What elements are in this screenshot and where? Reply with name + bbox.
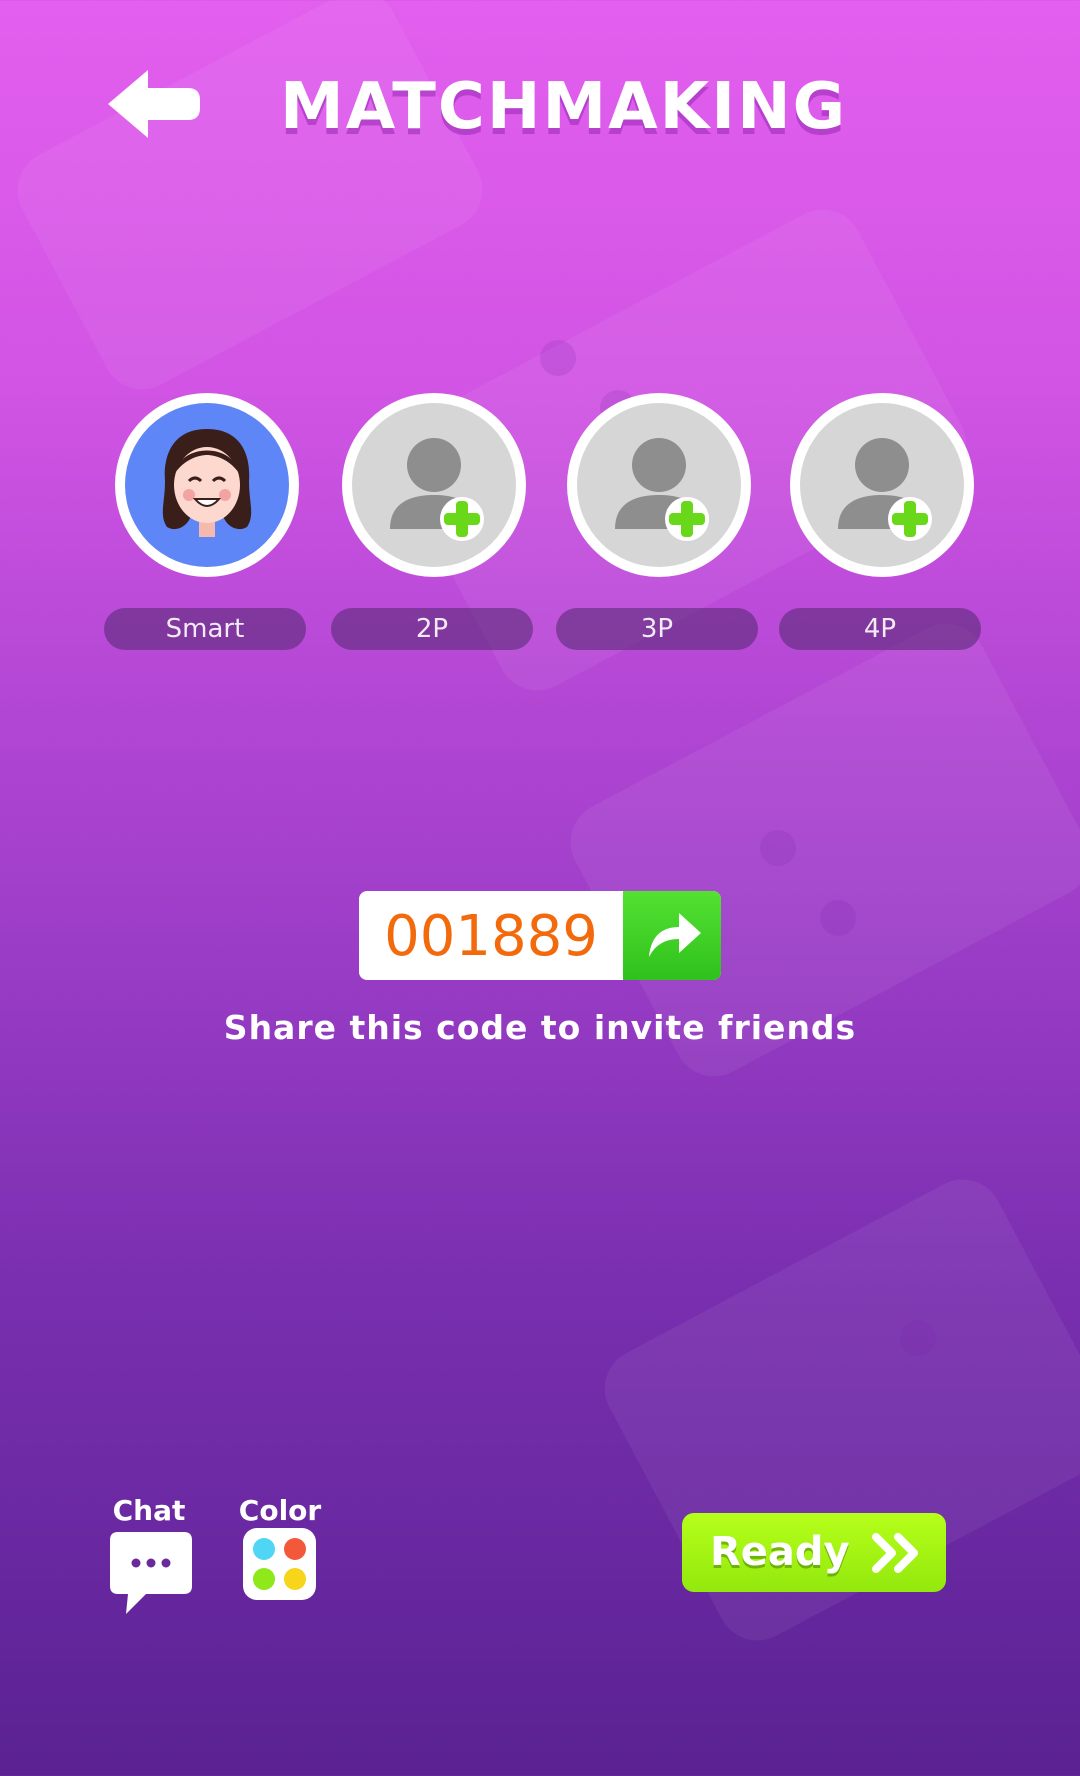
slot-label: 4P [779, 608, 981, 650]
add-player-icon [352, 403, 516, 567]
palette-dot [284, 1568, 306, 1590]
share-hint-text: Share this code to invite friends [223, 1008, 857, 1047]
palette-dot [284, 1538, 306, 1560]
chat-bubble-icon [110, 1532, 192, 1614]
invite-player-button[interactable] [790, 393, 974, 577]
chat-button[interactable] [108, 1530, 194, 1616]
invite-player-button[interactable] [567, 393, 751, 577]
palette-dot [253, 1568, 275, 1590]
back-button[interactable] [104, 64, 204, 144]
add-player-icon [577, 403, 741, 567]
palette-dot [253, 1538, 275, 1560]
slot-label: 3P [556, 608, 758, 650]
slot-label: Smart [104, 608, 306, 650]
page-title: MATCHMAKING [280, 70, 848, 144]
invite-code: 001889 [384, 904, 598, 969]
ready-button[interactable]: Ready [682, 1513, 946, 1592]
background-tile [3, 0, 497, 404]
share-arrow-icon [649, 913, 701, 957]
background-dot [540, 340, 576, 376]
invite-player-button[interactable] [342, 393, 526, 577]
add-player-icon [800, 403, 964, 567]
ready-label: Ready [710, 1529, 850, 1575]
avatar-button[interactable] [115, 393, 299, 577]
double-chevron-right-icon [872, 1533, 918, 1573]
invite-code-box: 001889 [359, 891, 721, 980]
color-palette-icon[interactable] [243, 1528, 316, 1600]
background-dot [760, 830, 796, 866]
slot-label: 2P [331, 608, 533, 650]
share-code-button[interactable] [623, 891, 721, 980]
background-dot [900, 1320, 936, 1356]
girl-avatar [125, 403, 289, 567]
background-dot [820, 900, 856, 936]
chat-label: Chat [112, 1494, 186, 1527]
color-label: Color [238, 1494, 322, 1527]
back-arrow-icon [108, 70, 200, 138]
